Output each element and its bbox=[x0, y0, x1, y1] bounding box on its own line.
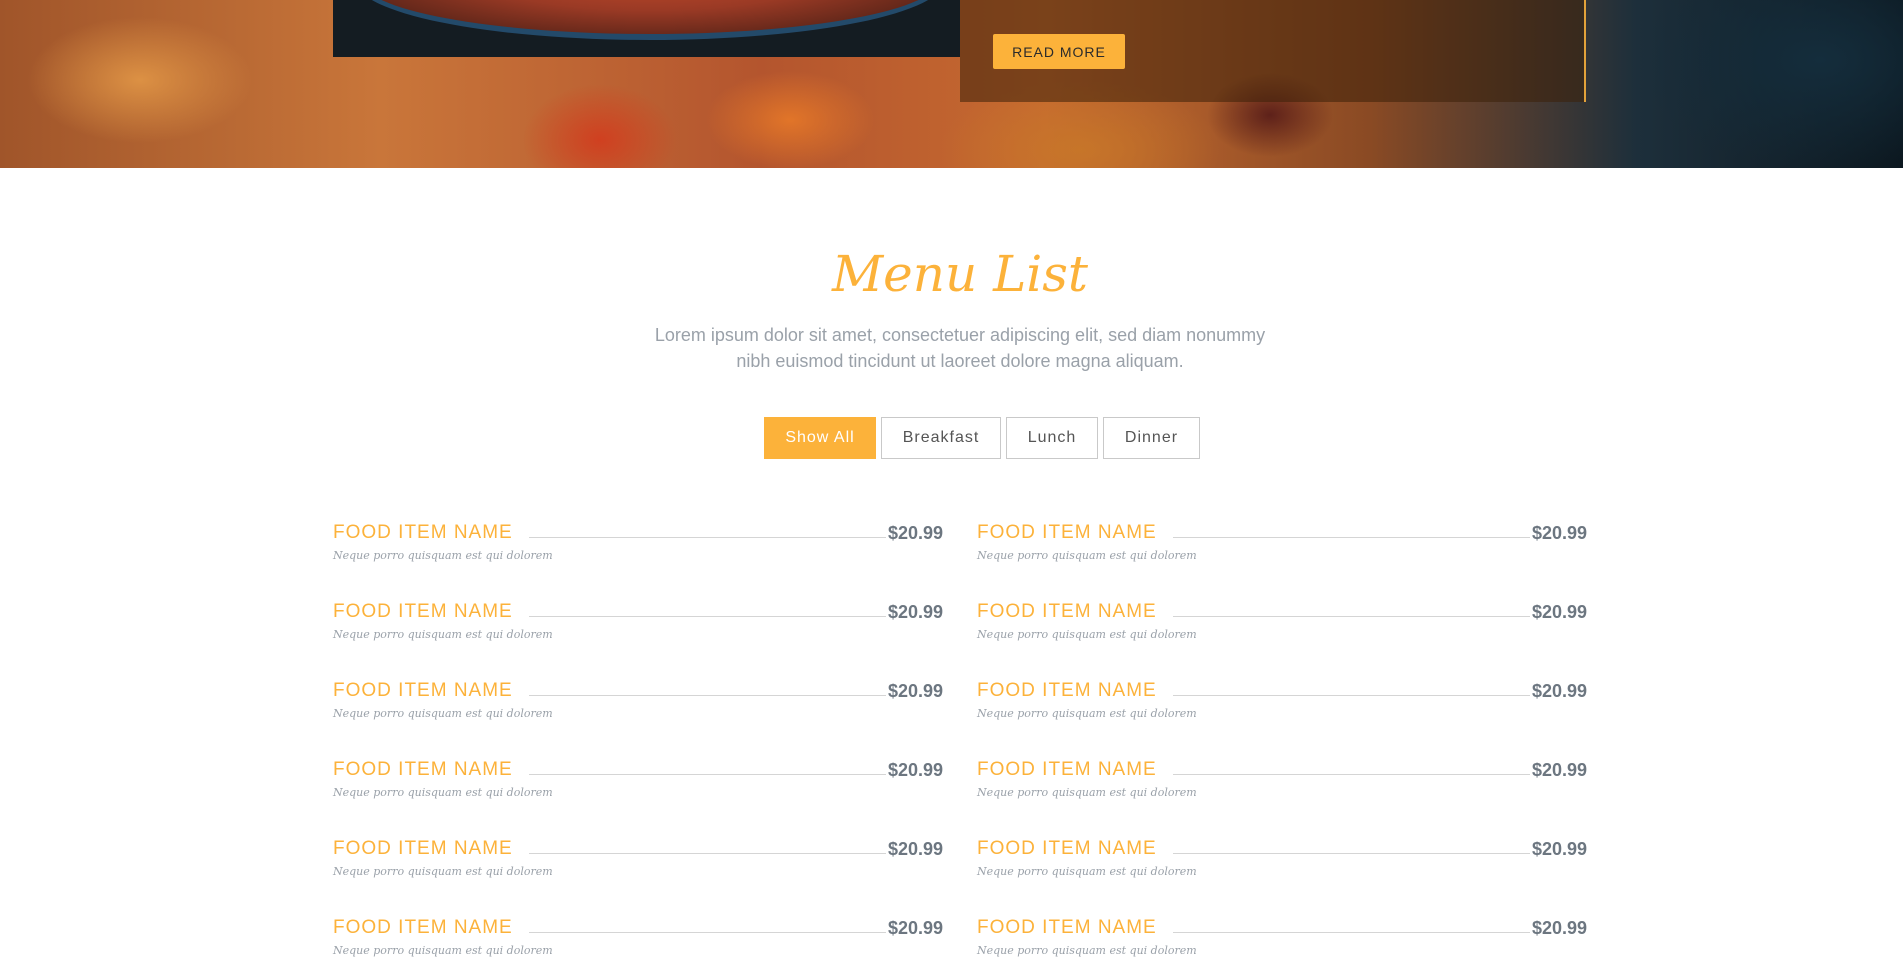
menu-subtitle-line1: Lorem ipsum dolor sit amet, consectetuer… bbox=[654, 325, 1266, 345]
menu-item-name: FOOD ITEM NAME bbox=[333, 838, 513, 859]
dotted-leader bbox=[1172, 852, 1530, 854]
menu-item-name: FOOD ITEM NAME bbox=[977, 759, 1157, 780]
menu-item[interactable]: FOOD ITEM NAME $20.99 Neque porro quisqua… bbox=[333, 520, 943, 590]
dotted-leader bbox=[1172, 536, 1530, 538]
paella-pan-image bbox=[355, 0, 945, 40]
menu-item-description: Neque porro quisquam est qui dolorem bbox=[977, 549, 1197, 562]
filter-breakfast-button[interactable]: Breakfast bbox=[881, 417, 1001, 459]
dotted-leader bbox=[528, 615, 886, 617]
menu-item-name: FOOD ITEM NAME bbox=[977, 601, 1157, 622]
menu-item-price: $20.99 bbox=[887, 522, 943, 543]
dotted-leader bbox=[1172, 615, 1530, 617]
menu-item[interactable]: FOOD ITEM NAME $20.99 Neque porro quisqua… bbox=[977, 836, 1587, 906]
menu-item-name: FOOD ITEM NAME bbox=[333, 917, 513, 938]
dotted-leader bbox=[528, 694, 886, 696]
menu-item[interactable]: FOOD ITEM NAME $20.99 Neque porro quisqua… bbox=[977, 520, 1587, 590]
menu-item[interactable]: FOOD ITEM NAME $20.99 Neque porro quisqua… bbox=[333, 678, 943, 748]
menu-item-price: $20.99 bbox=[887, 759, 943, 780]
menu-item-description: Neque porro quisquam est qui dolorem bbox=[333, 549, 553, 562]
hero-food-photo bbox=[333, 0, 960, 57]
menu-item-description: Neque porro quisquam est qui dolorem bbox=[977, 865, 1197, 878]
menu-item[interactable]: FOOD ITEM NAME $20.99 Neque porro quisqua… bbox=[977, 915, 1587, 970]
menu-item-description: Neque porro quisquam est qui dolorem bbox=[977, 628, 1197, 641]
read-more-button[interactable]: READ MORE bbox=[993, 34, 1125, 69]
menu-item-price: $20.99 bbox=[1531, 601, 1587, 622]
menu-filter-bar: Show All Breakfast Lunch Dinner bbox=[764, 417, 1200, 459]
menu-item-price: $20.99 bbox=[1531, 759, 1587, 780]
menu-item-description: Neque porro quisquam est qui dolorem bbox=[977, 707, 1197, 720]
menu-item-name: FOOD ITEM NAME bbox=[977, 838, 1157, 859]
menu-item-price: $20.99 bbox=[887, 601, 943, 622]
menu-item-description: Neque porro quisquam est qui dolorem bbox=[333, 786, 553, 799]
menu-item-description: Neque porro quisquam est qui dolorem bbox=[333, 628, 553, 641]
menu-item-description: Neque porro quisquam est qui dolorem bbox=[977, 786, 1197, 799]
hero-banner: READ MORE bbox=[0, 0, 1903, 168]
menu-item-price: $20.99 bbox=[1531, 522, 1587, 543]
menu-item-price: $20.99 bbox=[887, 917, 943, 938]
filter-lunch-button[interactable]: Lunch bbox=[1006, 417, 1098, 459]
menu-item-name: FOOD ITEM NAME bbox=[333, 601, 513, 622]
menu-item-name: FOOD ITEM NAME bbox=[333, 759, 513, 780]
dotted-leader bbox=[528, 773, 886, 775]
menu-item-price: $20.99 bbox=[887, 680, 943, 701]
menu-subtitle: Lorem ipsum dolor sit amet, consectetuer… bbox=[640, 322, 1280, 374]
filter-show-all-button[interactable]: Show All bbox=[764, 417, 876, 459]
menu-item-description: Neque porro quisquam est qui dolorem bbox=[333, 944, 553, 957]
menu-item[interactable]: FOOD ITEM NAME $20.99 Neque porro quisqua… bbox=[977, 599, 1587, 669]
dotted-leader bbox=[1172, 694, 1530, 696]
menu-item-name: FOOD ITEM NAME bbox=[333, 680, 513, 701]
menu-item-description: Neque porro quisquam est qui dolorem bbox=[333, 865, 553, 878]
menu-item-name: FOOD ITEM NAME bbox=[977, 680, 1157, 701]
menu-item-name: FOOD ITEM NAME bbox=[333, 522, 513, 543]
dotted-leader bbox=[528, 536, 886, 538]
menu-item-price: $20.99 bbox=[1531, 917, 1587, 938]
menu-item-description: Neque porro quisquam est qui dolorem bbox=[977, 944, 1197, 957]
menu-item[interactable]: FOOD ITEM NAME $20.99 Neque porro quisqua… bbox=[333, 915, 943, 970]
filter-dinner-button[interactable]: Dinner bbox=[1103, 417, 1200, 459]
menu-item-price: $20.99 bbox=[1531, 680, 1587, 701]
menu-item-price: $20.99 bbox=[1531, 838, 1587, 859]
menu-item[interactable]: FOOD ITEM NAME $20.99 Neque porro quisqua… bbox=[333, 836, 943, 906]
menu-subtitle-line2: nibh euismod tincidunt ut laoreet dolore… bbox=[736, 351, 1184, 371]
menu-item[interactable]: FOOD ITEM NAME $20.99 Neque porro quisqua… bbox=[977, 678, 1587, 748]
menu-item-price: $20.99 bbox=[887, 838, 943, 859]
menu-item[interactable]: FOOD ITEM NAME $20.99 Neque porro quisqua… bbox=[977, 757, 1587, 827]
dotted-leader bbox=[1172, 931, 1530, 933]
dotted-leader bbox=[528, 852, 886, 854]
menu-item[interactable]: FOOD ITEM NAME $20.99 Neque porro quisqua… bbox=[333, 599, 943, 669]
dotted-leader bbox=[1172, 773, 1530, 775]
menu-item-name: FOOD ITEM NAME bbox=[977, 522, 1157, 543]
menu-item-description: Neque porro quisquam est qui dolorem bbox=[333, 707, 553, 720]
menu-item-name: FOOD ITEM NAME bbox=[977, 917, 1157, 938]
menu-item[interactable]: FOOD ITEM NAME $20.99 Neque porro quisqua… bbox=[333, 757, 943, 827]
dotted-leader bbox=[528, 931, 886, 933]
menu-title: Menu List bbox=[831, 245, 1089, 303]
